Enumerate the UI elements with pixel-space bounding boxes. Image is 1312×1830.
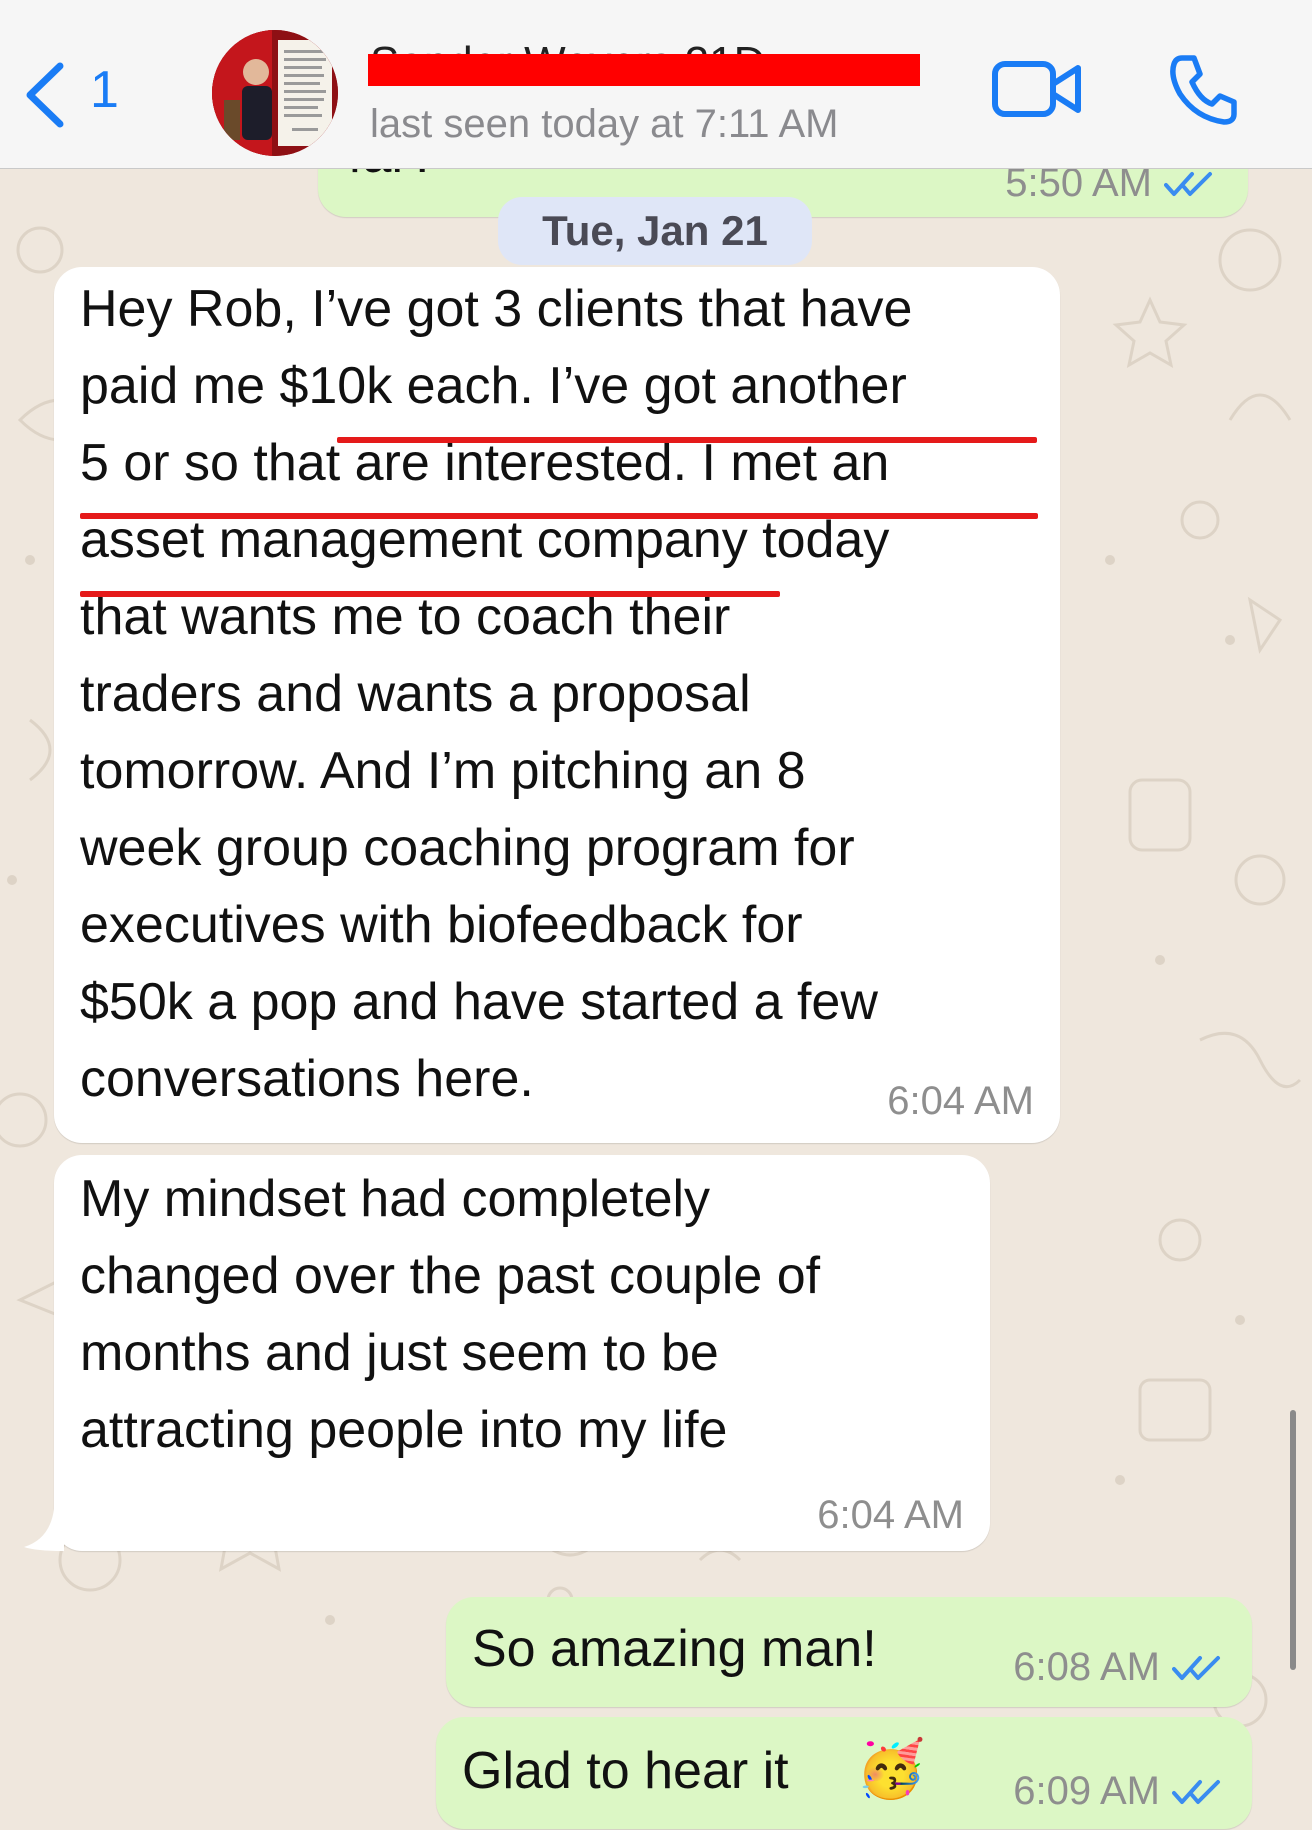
message-line: traders and wants a proposal (80, 665, 751, 723)
bubble-tail (24, 1509, 64, 1551)
message-text: My mindset had completely changed over t… (80, 1161, 820, 1469)
highlight-underline (80, 513, 1038, 519)
message-line: My mindset had completely (80, 1170, 711, 1228)
highlight-underline (80, 591, 780, 597)
message-bubble-outgoing[interactable]: Glad to hear it 🥳 6:09 AM (436, 1717, 1252, 1829)
message-bubble-outgoing[interactable]: So amazing man! 6:08 AM (446, 1597, 1252, 1707)
message-line: conversations here. (80, 1050, 534, 1108)
double-check-icon (1172, 1656, 1220, 1680)
scrollbar[interactable] (1290, 1410, 1296, 1670)
chevron-left-icon (26, 62, 64, 128)
message-line: attracting people into my life (80, 1401, 728, 1459)
message-time: 6:08 AM (1013, 1645, 1160, 1689)
avatar[interactable] (212, 30, 338, 156)
message-line: tomorrow. And I’m pitching an 8 (80, 742, 806, 800)
back-button[interactable]: 1 (22, 52, 132, 132)
partying-face-emoji: 🥳 (856, 1737, 926, 1800)
message-time: 6:04 AM (887, 1079, 1034, 1123)
highlight-underline (337, 437, 1037, 443)
message-time: 6:09 AM (1013, 1769, 1160, 1813)
message-text: So amazing man! (472, 1620, 877, 1678)
message-bubble-incoming[interactable]: Hey Rob, I’ve got 3 clients that have pa… (54, 267, 1060, 1213)
date-divider: Tue, Jan 21 (498, 197, 812, 265)
message-text: far? (348, 169, 438, 194)
avatar-image (212, 30, 338, 156)
message-line: Hey Rob, I’ve got 3 clients that have (80, 280, 913, 338)
message-line: executives with biofeedback for (80, 896, 803, 954)
double-check-icon (1172, 1780, 1220, 1804)
redaction-bar (368, 54, 920, 86)
message-line: $50k a pop and have started a few (80, 973, 878, 1031)
chat-header: 1 Sander Weyers 21D last seen today at 7… (0, 0, 1312, 169)
phone-icon[interactable] (1168, 54, 1238, 126)
message-time: 5:50 AM (1005, 169, 1152, 205)
message-line: week group coaching program for (80, 819, 855, 877)
unread-count: 1 (90, 61, 119, 119)
message-list[interactable]: far? 5:50 AM Tue, Jan 21 Hey Rob, I’ve g… (0, 169, 1312, 1830)
last-seen-status: last seen today at 7:11 AM (370, 102, 839, 146)
message-line: changed over the past couple of (80, 1247, 821, 1305)
message-time: 6:04 AM (817, 1493, 964, 1537)
double-check-icon (1164, 172, 1212, 196)
message-text: Hey Rob, I’ve got 3 clients that have pa… (80, 271, 912, 1118)
video-camera-icon[interactable] (992, 58, 1082, 120)
message-line: months and just seem to be (80, 1324, 719, 1382)
message-line: paid me $10k each. I’ve got another (80, 357, 907, 415)
message-bubble-incoming[interactable]: My mindset had completely changed over t… (54, 1155, 990, 1551)
message-text: Glad to hear it (462, 1742, 789, 1800)
